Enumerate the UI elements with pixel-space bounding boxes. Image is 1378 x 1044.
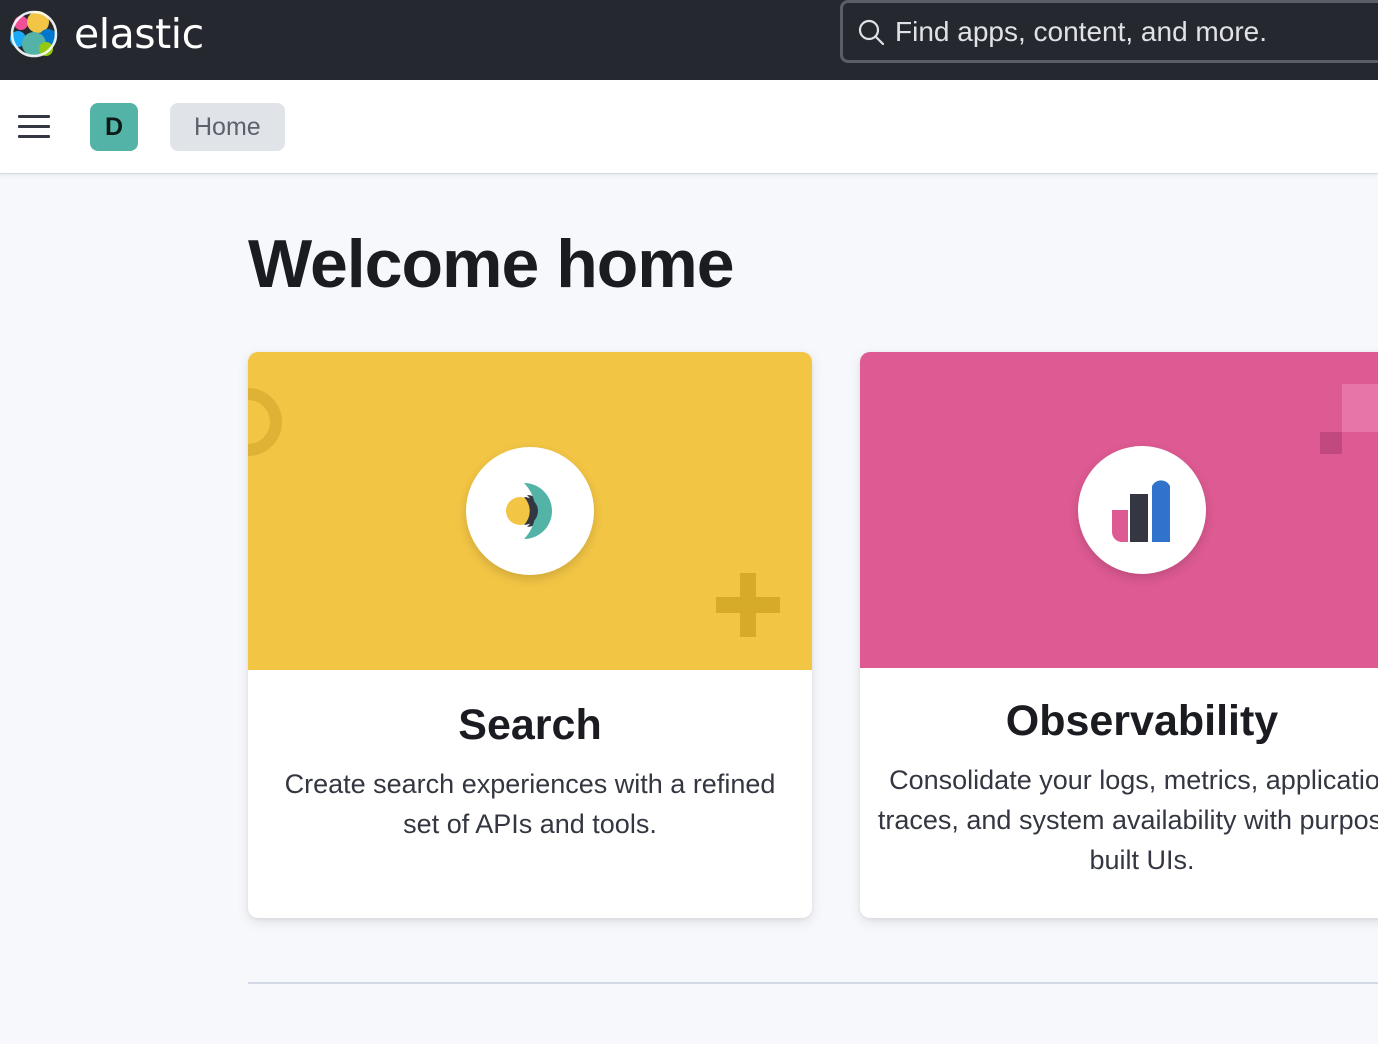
search-card-body: Search Create search experiences with a … xyxy=(248,670,812,844)
card-title: Search xyxy=(458,701,602,749)
search-card-banner xyxy=(248,352,812,670)
observability-card-icon-circle xyxy=(1078,446,1206,574)
decorative-ring-icon xyxy=(248,388,282,456)
secondary-header: D Home xyxy=(0,80,1378,174)
section-divider xyxy=(248,982,1378,984)
search-placeholder: Find apps, content, and more. xyxy=(895,15,1267,47)
hamburger-menu-icon[interactable] xyxy=(18,115,50,139)
card-description: Consolidate your logs, metrics, applicat… xyxy=(877,764,1378,875)
brand-name: elastic xyxy=(74,9,204,58)
space-avatar[interactable]: D xyxy=(90,103,138,151)
observability-card-banner xyxy=(860,352,1378,668)
page-title: Welcome home xyxy=(248,226,735,302)
top-header: elastic Find apps, content, and more. xyxy=(0,0,1378,80)
observability-solution-card[interactable]: Observability Consolidate your logs, met… xyxy=(860,352,1378,918)
observability-card-body: Observability Consolidate your logs, met… xyxy=(860,668,1378,880)
card-title: Observability xyxy=(1005,697,1279,745)
breadcrumb-home[interactable]: Home xyxy=(170,103,285,151)
elastic-logo-icon xyxy=(10,10,58,58)
elastic-home-link[interactable]: elastic xyxy=(10,8,204,60)
search-icon xyxy=(858,19,885,45)
search-card-icon-circle xyxy=(466,447,594,575)
decorative-plus-icon xyxy=(716,573,780,637)
search-solution-card[interactable]: Search Create search experiences with a … xyxy=(248,352,812,918)
decorative-squares-icon xyxy=(1320,384,1378,454)
card-description: Create search experiences with a refined… xyxy=(284,768,776,839)
enterprise-search-icon xyxy=(506,483,552,539)
observability-icon xyxy=(1112,480,1170,542)
global-search-input[interactable]: Find apps, content, and more. xyxy=(840,0,1378,63)
